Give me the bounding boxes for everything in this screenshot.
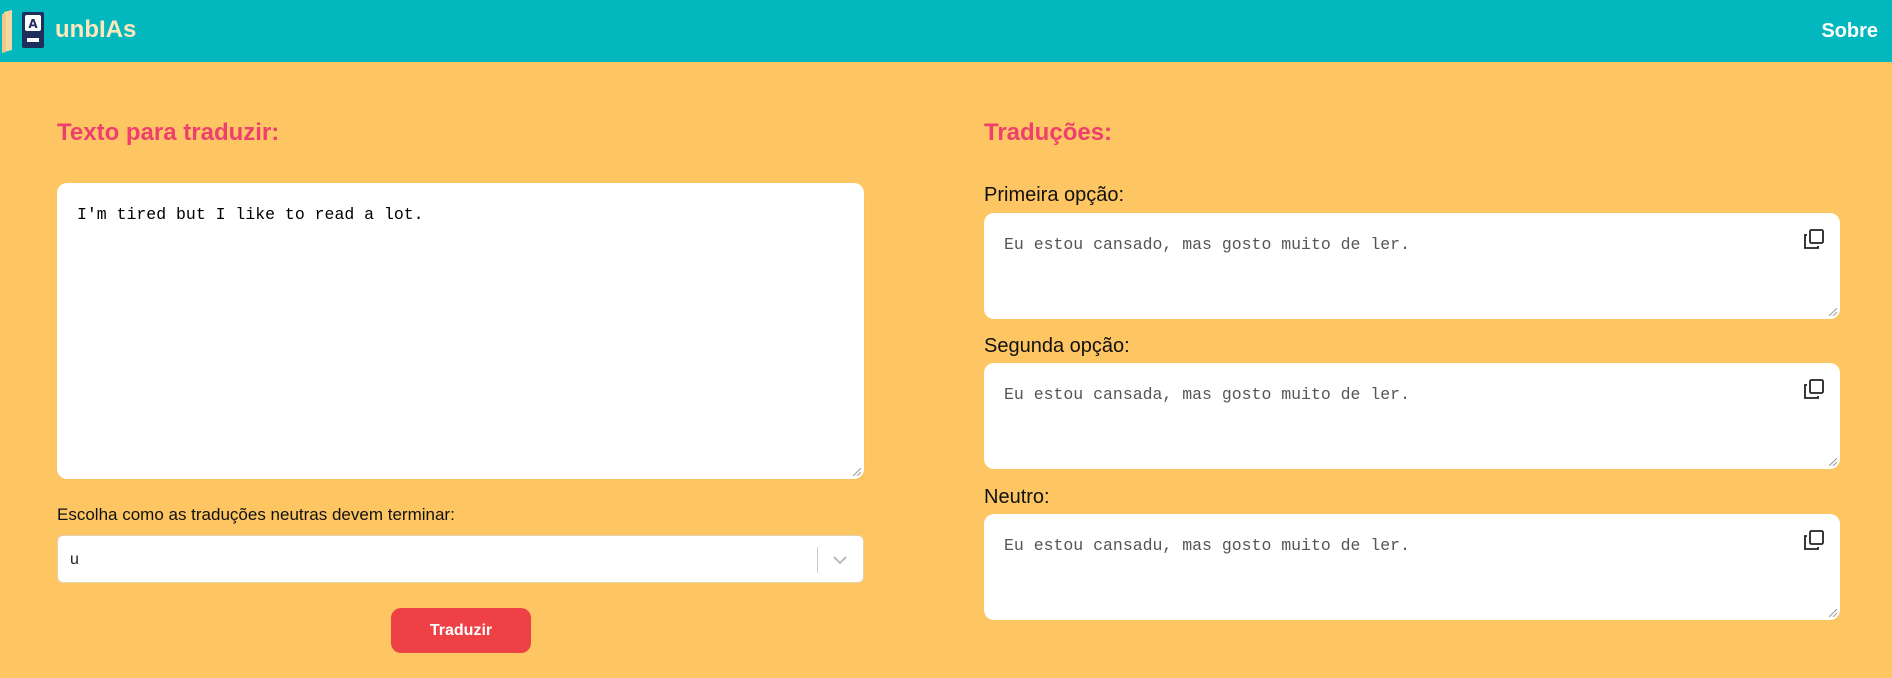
- translations-section-title: Traduções:: [984, 119, 1113, 146]
- neutral-option-label: Neutro:: [984, 486, 1050, 508]
- neutral-option-text: Eu estou cansadu, mas gosto muito de ler…: [1004, 536, 1410, 555]
- copy-icon[interactable]: [1803, 378, 1825, 400]
- select-divider: [817, 547, 818, 573]
- ending-select-value: u: [70, 551, 79, 568]
- source-text: I'm tired but I like to read a lot.: [77, 205, 424, 224]
- svg-text:A: A: [28, 17, 38, 31]
- copy-icon[interactable]: [1803, 228, 1825, 250]
- neutral-option-output[interactable]: Eu estou cansadu, mas gosto muito de ler…: [984, 514, 1840, 620]
- book-translate-icon[interactable]: A: [0, 8, 50, 54]
- about-link[interactable]: Sobre: [1821, 18, 1878, 44]
- resize-grip-icon[interactable]: [1829, 458, 1837, 466]
- resize-grip-icon[interactable]: [1829, 308, 1837, 316]
- second-option-label: Segunda opção:: [984, 335, 1130, 357]
- chevron-down-icon[interactable]: [830, 550, 850, 570]
- ending-choice-label: Escolha como as traduções neutras devem …: [57, 505, 455, 524]
- brand-name[interactable]: unbIAs: [55, 15, 136, 45]
- translate-button[interactable]: Traduzir: [391, 608, 531, 653]
- resize-grip-icon[interactable]: [853, 468, 861, 476]
- ending-select[interactable]: u: [57, 535, 864, 583]
- resize-grip-icon[interactable]: [1829, 609, 1837, 617]
- first-option-output[interactable]: Eu estou cansado, mas gosto muito de ler…: [984, 213, 1840, 319]
- source-section-title: Texto para traduzir:: [57, 119, 280, 146]
- second-option-text: Eu estou cansada, mas gosto muito de ler…: [1004, 385, 1410, 404]
- second-option-output[interactable]: Eu estou cansada, mas gosto muito de ler…: [984, 363, 1840, 469]
- first-option-text: Eu estou cansado, mas gosto muito de ler…: [1004, 235, 1410, 254]
- top-navbar: A unbIAs Sobre: [0, 0, 1892, 62]
- first-option-label: Primeira opção:: [984, 184, 1125, 206]
- copy-icon[interactable]: [1803, 529, 1825, 551]
- source-text-area[interactable]: I'm tired but I like to read a lot.: [57, 183, 864, 479]
